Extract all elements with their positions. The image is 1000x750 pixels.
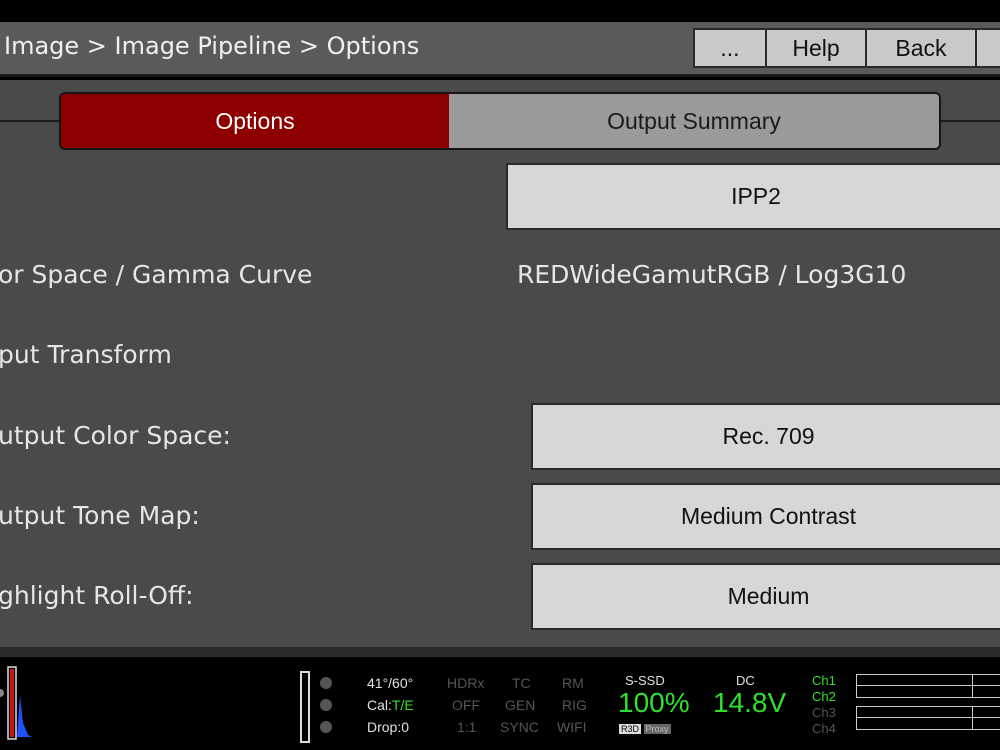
channel-1: Ch1: [812, 673, 836, 688]
wifi-label: WIFI: [557, 719, 587, 735]
breadcrumb: Image > Image Pipeline > Options: [4, 32, 420, 60]
tab-options[interactable]: Options: [61, 94, 449, 148]
hdrx-value: OFF: [452, 697, 480, 713]
output-color-space-label: utput Color Space:: [0, 421, 231, 450]
cal-label: Cal:: [367, 697, 392, 713]
tc-label[interactable]: TC: [512, 675, 531, 691]
voltage-readout[interactable]: 14.8V: [713, 687, 786, 719]
media-label: S-SSD: [625, 673, 665, 688]
status-dot-1: [320, 677, 332, 689]
highlight-rolloff-label: ghlight Roll-Off:: [0, 581, 194, 610]
r3d-badge: R3D: [619, 724, 642, 734]
sync-label: SYNC: [500, 719, 539, 735]
power-label: DC: [736, 673, 755, 688]
color-space-value: REDWideGamutRGB / Log3G10: [517, 260, 907, 289]
channel-4: Ch4: [812, 721, 836, 736]
rm-label[interactable]: RM: [562, 675, 584, 691]
status-dot-3: [320, 721, 332, 733]
highlight-rolloff-select[interactable]: Medium: [531, 563, 1000, 630]
options-panel: Options Output Summary IPP2 or Space / G…: [0, 80, 1000, 647]
cal-value: T/E: [391, 697, 414, 713]
color-space-label: or Space / Gamma Curve: [0, 260, 313, 289]
output-tone-map-label: utput Tone Map:: [0, 501, 200, 530]
drop-readout: Drop:0: [367, 719, 410, 735]
tab-output-summary[interactable]: Output Summary: [449, 94, 939, 148]
media-format: R3D Proxy: [619, 724, 671, 734]
rig-label: RIG: [562, 697, 587, 713]
channel-3: Ch3: [812, 705, 836, 720]
aspect-readout: 1:1: [457, 719, 477, 735]
audio-meter-3-4[interactable]: [856, 706, 1000, 730]
shutter-readout[interactable]: 41°/60°: [367, 675, 413, 691]
status-bar: 41°/60° Cal:T/E Drop:0 HDRx OFF 1:1 TC G…: [0, 647, 1000, 750]
help-button[interactable]: Help: [765, 28, 867, 68]
tc-gen: GEN: [505, 697, 536, 713]
header-bar: Image > Image Pipeline > Options ... Hel…: [0, 22, 1000, 77]
top-black-bar: [0, 0, 1000, 22]
cal-readout[interactable]: Cal:T/E: [367, 697, 414, 713]
media-percent[interactable]: 100%: [618, 687, 690, 719]
audio-meter-1-2[interactable]: [856, 674, 1000, 698]
more-button[interactable]: ...: [693, 28, 767, 68]
proxy-badge: Proxy: [643, 724, 671, 734]
hdrx-label[interactable]: HDRx: [447, 675, 484, 691]
status-dot-2: [320, 699, 332, 711]
output-tone-map-select[interactable]: Medium Contrast: [531, 483, 1000, 550]
output-color-space-select[interactable]: Rec. 709: [531, 403, 1000, 470]
tab-bar: Options Output Summary: [59, 92, 941, 150]
close-button[interactable]: [975, 28, 1000, 68]
output-transform-label: put Transform: [0, 340, 172, 369]
pipeline-select[interactable]: IPP2: [506, 163, 1000, 230]
histogram-icon[interactable]: [0, 665, 40, 745]
back-button[interactable]: Back: [865, 28, 977, 68]
record-indicator: [300, 671, 310, 743]
channel-2: Ch2: [812, 689, 836, 704]
